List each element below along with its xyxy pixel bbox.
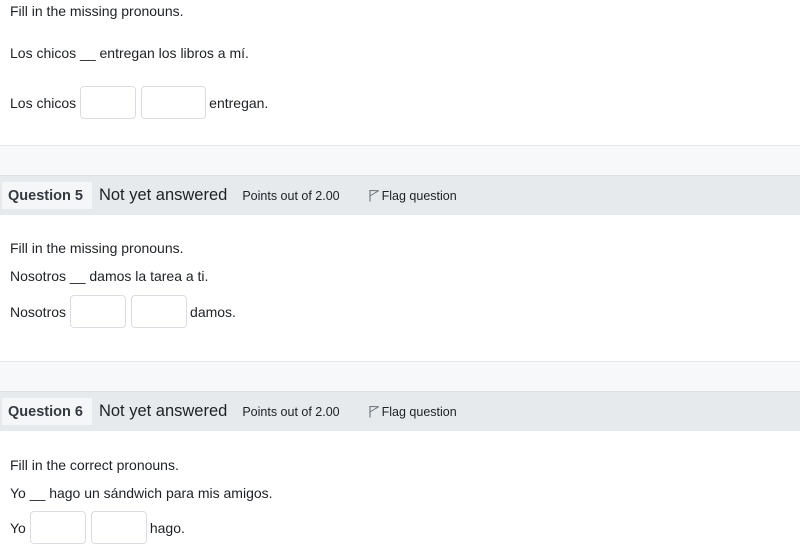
question-6-state: Not yet answered [98,402,228,420]
answer-prefix: Nosotros [10,303,67,320]
question-5-state: Not yet answered [98,186,228,204]
question-4-blank-1[interactable] [80,86,137,119]
question-6-flag-button[interactable]: Flag question [368,405,457,419]
flag-icon [369,190,379,202]
question-4-sentence: Los chicos __ entregan los libros a mí. [10,45,249,61]
question-6-sentence: Yo __ hago un sándwich para mis amigos. [10,485,273,501]
question-5-instruction: Fill in the missing pronouns. [10,240,184,256]
question-6-number: Question 6 [2,398,92,425]
question-6-points: Points out of 2.00 [242,404,340,419]
answer-suffix: damos. [190,303,236,320]
question-5-flag-button[interactable]: Flag question [368,189,457,203]
question-separator [0,145,800,176]
answer-prefix: Los chicos [10,94,77,111]
question-5-blank-2[interactable] [131,295,188,328]
answer-suffix: hago. [149,519,185,536]
question-4-blank-2[interactable] [141,86,207,119]
answer-prefix: Yo [10,519,26,536]
flag-label: Flag question [381,188,457,203]
question-5-blank-1[interactable] [70,295,127,328]
question-5-header: Question 5 Not yet answered Points out o… [0,176,800,215]
question-6-blank-2[interactable] [90,511,147,544]
flag-icon [369,406,379,418]
answer-suffix: entregan. [209,94,269,111]
question-6-blank-1[interactable] [29,511,86,544]
question-5-number: Question 5 [2,182,92,209]
flag-label: Flag question [381,404,457,419]
question-5-sentence: Nosotros __ damos la tarea a ti. [10,268,209,284]
question-4-instruction: Fill in the missing pronouns. [10,3,184,19]
question-4-answer-line: Los chicos entregan. [10,86,268,119]
question-5-points: Points out of 2.00 [242,188,340,203]
question-separator [0,361,800,392]
question-6-instruction: Fill in the correct pronouns. [10,457,179,473]
question-6-header: Question 6 Not yet answered Points out o… [0,392,800,431]
question-6-answer-line: Yo hago. [10,511,185,544]
question-5-answer-line: Nosotros damos. [10,295,236,328]
